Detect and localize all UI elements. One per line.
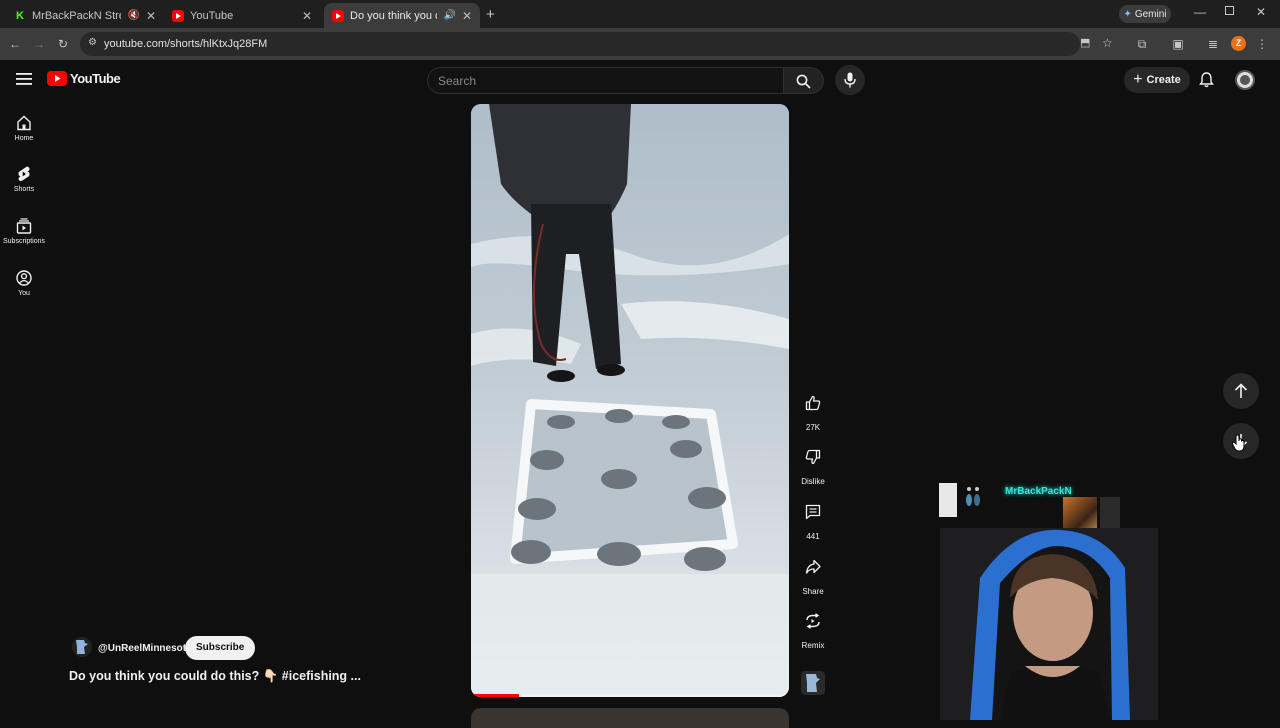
forward-icon[interactable]: →	[30, 35, 48, 53]
reading-list-icon[interactable]: ≣	[1204, 35, 1222, 53]
gemini-button[interactable]: ✦ Gemini	[1119, 5, 1171, 23]
kick-icon: K	[14, 9, 26, 22]
browser-tab-strip: K MrBackPackN Stream - Wa 🔇 ✕ YouTube ✕ …	[0, 0, 1280, 28]
tab-kick-stream[interactable]: K MrBackPackN Stream - Wa 🔇 ✕	[6, 3, 164, 28]
dislike-label: Dislike	[801, 477, 825, 486]
voice-search-button[interactable]	[835, 65, 865, 95]
profile-avatar[interactable]: Z	[1231, 36, 1246, 51]
youtube-logo[interactable]: YouTube	[47, 71, 121, 86]
gemini-label: Gemini	[1134, 8, 1167, 20]
minnesota-logo-icon	[76, 640, 88, 654]
tab-title: MrBackPackN Stream - Wa	[32, 9, 121, 22]
subscribe-button[interactable]: Subscribe	[185, 636, 256, 660]
video-progress-fill	[471, 694, 519, 697]
browser-menu-icon[interactable]: ⋮	[1253, 35, 1271, 53]
share-label: Share	[802, 587, 824, 596]
overlay-phone-decoration	[939, 483, 957, 517]
gemini-sparkle-icon: ✦	[1123, 8, 1132, 20]
tab-close-icon[interactable]: ✕	[146, 9, 156, 23]
remix-button[interactable]: Remix	[797, 605, 829, 650]
previous-short-button[interactable]	[1223, 373, 1259, 409]
remix-icon	[806, 613, 820, 629]
tab-youtube-home[interactable]: YouTube ✕	[164, 3, 320, 28]
reload-icon[interactable]: ↻	[54, 35, 72, 53]
remix-label: Remix	[801, 641, 825, 650]
search-icon	[796, 74, 811, 89]
tab-close-icon[interactable]: ✕	[462, 9, 472, 23]
sound-source-thumbnail[interactable]	[801, 671, 825, 695]
arrow-up-icon	[1234, 383, 1248, 398]
overlay-earrings-decoration	[964, 484, 982, 513]
sidebar-label: Subscriptions	[2, 238, 46, 245]
notifications-bell-icon[interactable]	[1199, 72, 1214, 93]
tab-current-short[interactable]: Do you think you could do 🔊 ✕	[324, 3, 480, 28]
minnesota-map-icon	[806, 674, 820, 692]
comment-count: 441	[806, 532, 820, 541]
search-input[interactable]: Search	[427, 67, 784, 94]
video-progress-track[interactable]	[471, 694, 789, 697]
youtube-logo-text: YouTube	[70, 71, 121, 86]
hand-cursor-icon	[1231, 434, 1247, 457]
youtube-masthead: YouTube Search + Create	[0, 60, 1280, 100]
tab-title: Do you think you could do	[350, 9, 437, 22]
sidebar-label: Home	[14, 135, 34, 142]
sidebar-label: Shorts	[13, 186, 35, 193]
restore-icon[interactable]	[1225, 6, 1234, 15]
side-panel-icon[interactable]: ▣	[1169, 35, 1187, 53]
site-info-icon[interactable]: ⚙	[88, 37, 97, 48]
dislike-button[interactable]: Dislike	[797, 441, 829, 486]
plus-icon: +	[1133, 71, 1143, 88]
you-icon	[16, 270, 32, 286]
url-text: youtube.com/shorts/hlKtxJq28FM	[104, 38, 268, 50]
like-count: 27K	[805, 423, 821, 432]
short-title[interactable]: Do you think you could do this? 👇🏻 #icef…	[69, 669, 361, 684]
microphone-icon	[844, 72, 856, 88]
home-icon	[17, 115, 31, 131]
sidebar-item-home[interactable]: Home	[0, 115, 48, 142]
minimize-icon[interactable]: —	[1194, 5, 1206, 19]
bookmark-star-icon[interactable]: ☆	[1102, 36, 1113, 50]
address-bar[interactable]: ⚙ youtube.com/shorts/hlKtxJq28FM ⬒ ☆	[80, 32, 1113, 56]
comment-icon	[805, 504, 821, 520]
back-icon[interactable]: ←	[6, 35, 24, 53]
create-label: Create	[1146, 74, 1181, 86]
subscriptions-icon	[16, 218, 32, 234]
install-app-icon[interactable]: ⬒	[1080, 36, 1090, 49]
share-arrow-icon	[805, 559, 821, 574]
sidebar-item-you[interactable]: You	[0, 270, 48, 297]
sidebar-label: You	[18, 290, 30, 297]
tab-title: YouTube	[190, 9, 234, 22]
like-button[interactable]: 27K	[797, 387, 829, 432]
search-button[interactable]	[784, 67, 824, 94]
shorts-icon	[18, 166, 30, 182]
youtube-icon	[172, 9, 184, 22]
hamburger-menu-icon[interactable]	[16, 72, 32, 91]
next-short-preview[interactable]	[471, 708, 789, 728]
tab-close-icon[interactable]: ✕	[302, 9, 312, 23]
thumbs-down-icon	[805, 449, 821, 465]
share-button[interactable]: Share	[797, 551, 829, 596]
account-avatar[interactable]	[1235, 70, 1255, 90]
sidebar-item-subscriptions[interactable]: Subscriptions	[0, 218, 48, 245]
channel-avatar[interactable]	[72, 637, 92, 657]
streamer-webcam	[940, 528, 1158, 720]
audio-playing-icon[interactable]: 🔊	[443, 10, 455, 21]
sidebar-item-shorts[interactable]: Shorts	[0, 166, 48, 193]
muted-speaker-icon[interactable]: 🔇	[127, 10, 139, 21]
channel-handle[interactable]: @UnReelMinnesota	[98, 643, 192, 654]
overlay-streamer-name: MrBackPackN	[1005, 486, 1072, 497]
extensions-icon[interactable]: ⧉	[1133, 35, 1151, 53]
webcam-feed	[940, 528, 1158, 720]
thumbs-up-icon	[805, 395, 821, 411]
youtube-icon	[332, 9, 344, 22]
new-tab-icon[interactable]: +	[486, 6, 495, 23]
window-close-icon[interactable]: ✕	[1256, 5, 1266, 19]
create-button[interactable]: + Create	[1124, 67, 1190, 93]
browser-toolbar: ← → ↻ ⚙ youtube.com/shorts/hlKtxJq28FM ⬒…	[0, 28, 1280, 60]
comments-button[interactable]: 441	[797, 496, 829, 541]
youtube-logo-icon	[47, 71, 67, 86]
video-frame-ice-fishing	[471, 104, 789, 697]
shorts-video-player[interactable]	[471, 104, 789, 697]
